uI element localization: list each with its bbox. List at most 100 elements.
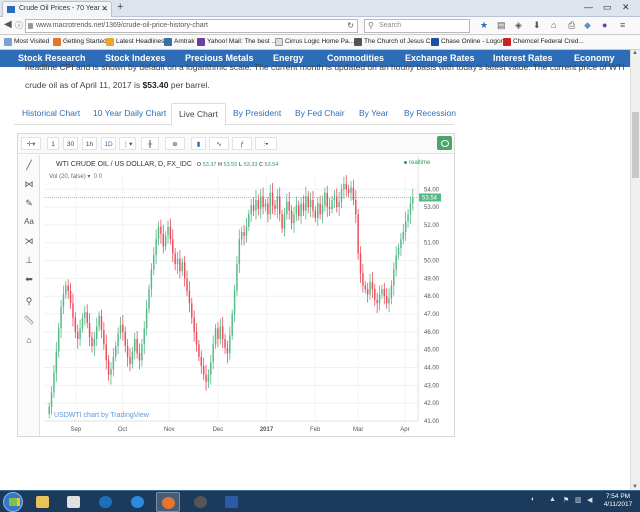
tab-live-chart[interactable]: Live Chart — [171, 103, 226, 126]
bookmark-item[interactable]: Getting Started — [53, 37, 107, 47]
price-chart[interactable]: 54.00 53.00 52.00 51.00 50.00 49.00 48.00 47.00… — [42, 155, 454, 436]
templates-icon[interactable]: ⫶▾ — [255, 137, 277, 150]
identity-icon[interactable]: ⓘ — [15, 20, 23, 31]
candle-body — [321, 205, 324, 215]
candle-body — [381, 289, 383, 295]
minimize-icon[interactable]: — — [584, 2, 593, 12]
interval-1d-button[interactable]: 1D — [101, 137, 116, 150]
tray-volume-icon[interactable]: ◀ — [587, 496, 592, 504]
print-icon[interactable]: ⎙ — [568, 20, 575, 31]
download-icon[interactable]: ⬇ — [533, 20, 541, 31]
bookmark-item[interactable]: Latest Headlines — [106, 37, 164, 47]
line-style-icon[interactable]: ∿ — [209, 137, 229, 150]
candle-body — [134, 339, 136, 352]
page-scrollbar[interactable]: ▲ ▼ — [630, 50, 640, 490]
tab-by-year[interactable]: By Year — [359, 108, 388, 118]
candle-body — [290, 210, 293, 224]
tab-by-fed-chair[interactable]: By Fed Chair — [295, 108, 345, 118]
bookmarks-library-icon[interactable]: ▤ — [497, 20, 506, 31]
new-tab-icon[interactable]: + — [117, 1, 123, 13]
reload-icon[interactable]: ↻ — [347, 20, 354, 32]
taskbar-firefox[interactable] — [156, 492, 180, 512]
candle-body — [193, 317, 195, 332]
taskbar-hp[interactable] — [94, 492, 118, 512]
pattern-tool-icon[interactable]: ⋊ — [23, 236, 35, 247]
bookmark-star-icon[interactable]: ★ — [480, 20, 488, 31]
extension-icon[interactable]: ◆ — [584, 20, 591, 31]
bookmark-item[interactable]: Cirrus Logic Home Pa... — [275, 37, 354, 47]
tab-by-president[interactable]: By President — [233, 108, 281, 118]
tab-by-recession[interactable]: By Recession — [404, 108, 456, 118]
bookmark-item[interactable]: Yahoo! Mail: The best ... — [197, 37, 277, 47]
bookmark-item[interactable]: Most Visited — [4, 37, 49, 47]
bar-style-icon[interactable]: ╫ — [141, 137, 159, 150]
browser-tab-active[interactable]: Crude Oil Prices - 70 Year ... ✕ — [2, 1, 112, 17]
screenshot-camera-icon[interactable] — [437, 136, 452, 150]
candle-body — [84, 312, 86, 318]
tray-expand-icon[interactable]: ▲ — [549, 496, 556, 503]
candle-style-icon[interactable]: ▮ — [191, 137, 206, 150]
interval-30-button[interactable]: 30 — [63, 137, 78, 150]
description-line-2: crude oil as of April 11, 2017 is $53.40… — [25, 80, 210, 90]
home-icon[interactable]: ⌂ — [551, 20, 556, 30]
search-input[interactable]: ⚲ Search — [364, 19, 470, 33]
bookmark-item[interactable]: The Church of Jesus C... — [354, 37, 436, 47]
taskbar-internet-explorer[interactable] — [126, 492, 150, 512]
trend-line-icon[interactable]: ╱ — [23, 160, 35, 171]
yahoo-icon[interactable]: ● — [602, 20, 607, 30]
taskbar-media-player[interactable] — [62, 492, 86, 512]
bookmarks-bar: Most Visited Getting Started Latest Head… — [0, 35, 640, 50]
tradingview-attribution-link[interactable]: USDWTI chart by TradingView — [54, 412, 149, 419]
close-window-icon[interactable]: ✕ — [622, 2, 630, 13]
tab-10-year-daily-chart[interactable]: 10 Year Daily Chart — [93, 108, 166, 118]
candle-body — [155, 239, 157, 256]
scroll-up-icon[interactable]: ▲ — [632, 50, 638, 56]
start-button[interactable] — [3, 492, 23, 512]
compare-icon[interactable]: ⊕ — [165, 137, 185, 150]
volume-indicator-label[interactable]: Vol (20, false) ▾ 0 0 — [49, 173, 102, 180]
bookmark-item[interactable]: Chemcel Federal Cred... — [503, 37, 584, 47]
tray-flag-icon[interactable]: ⚑ — [563, 496, 569, 504]
taskbar-file-explorer[interactable] — [31, 492, 55, 512]
indicators-icon[interactable]: ƒ — [232, 137, 252, 150]
current-price: $53.40 — [142, 80, 169, 90]
crosshair-tool-icon[interactable]: ✛▾ — [21, 137, 41, 150]
interval-1-button[interactable]: 1 — [47, 137, 59, 150]
more-intervals-icon[interactable]: ⋮▾ — [119, 137, 136, 150]
candle-body — [345, 183, 348, 190]
tray-network-icon[interactable]: ▥ — [575, 496, 582, 504]
tab-historical-chart[interactable]: Historical Chart — [22, 108, 80, 118]
taskbar-word[interactable] — [220, 492, 244, 512]
tray-hp-icon[interactable]: ◐ — [531, 496, 535, 503]
close-tab-icon[interactable]: ✕ — [101, 2, 108, 16]
taskbar-app[interactable] — [189, 492, 213, 512]
back-icon[interactable]: ◀ — [4, 19, 12, 30]
zoom-icon[interactable]: ⚲ — [23, 296, 35, 307]
bookmark-item[interactable]: Chase Online - Logon — [431, 37, 504, 47]
pocket-icon[interactable]: ◈ — [515, 20, 522, 31]
chart-tabs: Historical Chart 10 Year Daily Chart Liv… — [14, 103, 456, 126]
lock-icon — [28, 23, 33, 29]
scrollbar-thumb[interactable] — [632, 112, 639, 178]
candle-body — [179, 258, 181, 272]
interval-1h-button[interactable]: 1h — [82, 137, 97, 150]
firefox-icon — [162, 497, 175, 509]
candle-body — [412, 197, 414, 204]
lock-drawings-icon[interactable]: ⌂ — [23, 335, 35, 345]
bookmark-item[interactable]: Amtrak — [164, 37, 195, 47]
ruler-icon[interactable]: 📏︎ — [23, 315, 35, 326]
arrow-tool-icon[interactable]: ⬅ — [23, 274, 35, 285]
text-tool-icon[interactable]: Aa — [23, 217, 35, 226]
maximize-icon[interactable]: ▭ — [603, 2, 612, 13]
system-clock[interactable]: 7:54 PM 4/11/2017 — [598, 493, 638, 509]
fib-retracement-icon[interactable]: ⋈ — [23, 179, 35, 190]
measure-tool-icon[interactable]: ⊥ — [23, 255, 35, 266]
candle-body — [295, 205, 298, 215]
url-bar[interactable]: www.macrotrends.net/1369/crude-oil-price… — [25, 19, 358, 33]
candle-body — [91, 337, 93, 347]
candle-body — [271, 192, 274, 206]
candle-body — [103, 330, 105, 345]
brush-icon[interactable]: ✎ — [23, 198, 35, 209]
menu-icon[interactable]: ≡ — [620, 20, 625, 30]
candle-body — [72, 303, 74, 318]
